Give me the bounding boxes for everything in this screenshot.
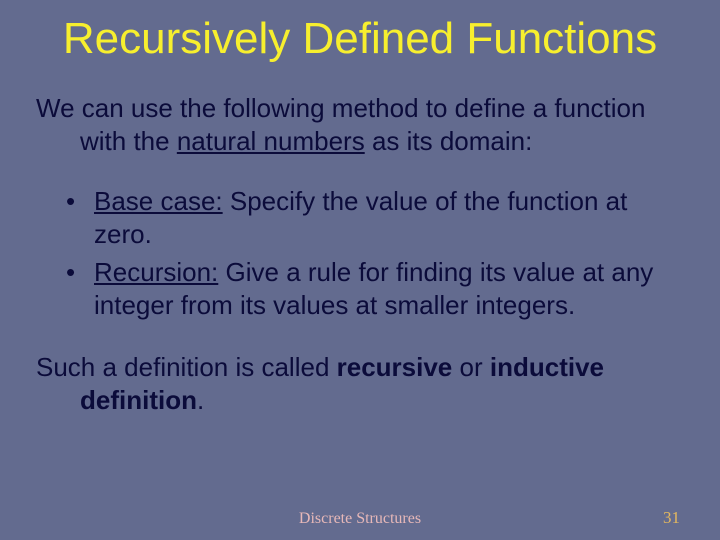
intro-underline: natural numbers — [177, 126, 365, 156]
footer-course-name: Discrete Structures — [299, 510, 421, 528]
closing-post: . — [197, 385, 204, 415]
footer-page-number: 31 — [663, 508, 680, 528]
slide: Recursively Defined Functions We can use… — [0, 0, 720, 540]
intro-text-post: as its domain: — [365, 126, 533, 156]
bullet-base-case: Base case: Specify the value of the func… — [66, 185, 684, 250]
closing-keyword-recursive: recursive — [337, 352, 453, 382]
bullet-label: Base case: — [94, 186, 223, 216]
closing-paragraph: Such a definition is called recursive or… — [36, 351, 684, 416]
closing-pre: Such a definition is called — [36, 352, 337, 382]
bullet-label: Recursion: — [94, 257, 218, 287]
slide-title: Recursively Defined Functions — [0, 0, 720, 74]
intro-paragraph: We can use the following method to defin… — [36, 92, 684, 157]
bullet-recursion: Recursion: Give a rule for finding its v… — [66, 256, 684, 321]
closing-mid: or — [452, 352, 490, 382]
bullet-list: Base case: Specify the value of the func… — [36, 185, 684, 321]
slide-body: We can use the following method to defin… — [0, 92, 720, 416]
